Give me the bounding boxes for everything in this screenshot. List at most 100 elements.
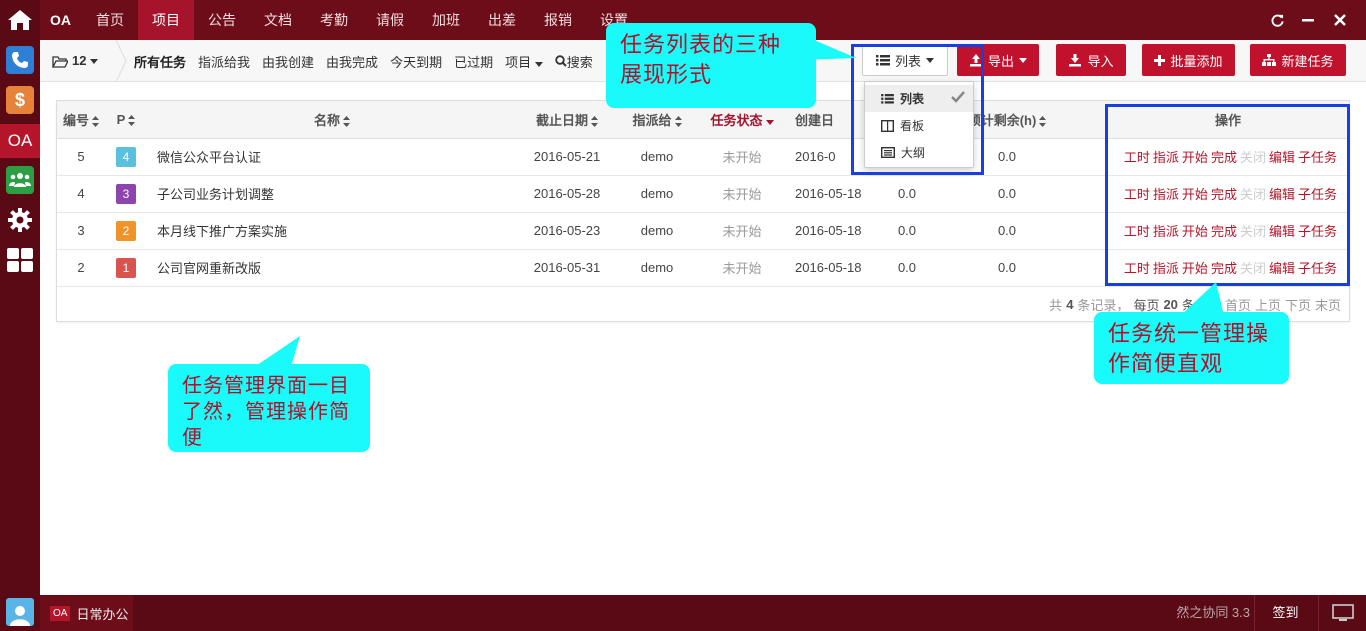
sort-icon xyxy=(1039,115,1047,127)
sort-icon xyxy=(674,115,682,127)
filter-finished-by-me[interactable]: 由我完成 xyxy=(320,52,384,71)
brand-logo[interactable]: OA xyxy=(50,0,71,40)
callout-view-modes: 任务列表的三种展现形式 xyxy=(606,23,816,108)
team-app-icon[interactable] xyxy=(6,166,34,194)
filter-created-by-me[interactable]: 由我创建 xyxy=(256,52,320,71)
folder-open-icon xyxy=(52,55,68,68)
refresh-icon[interactable] xyxy=(1262,0,1292,40)
taskbar-oa-badge: OA xyxy=(50,605,71,621)
phone-app-icon[interactable] xyxy=(6,46,34,74)
cell-assignee: demo xyxy=(617,212,697,250)
cell-left: 0.0 xyxy=(937,249,1077,287)
cell-name[interactable]: 本月线下推广方案实施 xyxy=(147,212,517,250)
new-task-button[interactable]: 新建任务 xyxy=(1250,44,1346,76)
batch-add-button[interactable]: 批量添加 xyxy=(1142,44,1235,76)
col-header-status-label: 任务状态 xyxy=(710,112,763,128)
apps-grid-icon[interactable] xyxy=(6,246,34,274)
project-count: 12 xyxy=(72,53,87,68)
chevron-down-icon xyxy=(534,61,543,67)
col-header-due[interactable]: 截止日期 xyxy=(517,101,617,139)
minimize-icon[interactable] xyxy=(1293,0,1323,40)
nav-item-announcement[interactable]: 公告 xyxy=(194,0,250,40)
pager-total: 4 xyxy=(1066,296,1074,312)
view-mode-highlight xyxy=(851,44,984,175)
import-label: 导入 xyxy=(1087,53,1114,69)
filter-all-tasks[interactable]: 所有任务 xyxy=(128,52,192,71)
filter-project-dropdown[interactable]: 项目 xyxy=(499,52,549,71)
nav-item-overtime[interactable]: 加班 xyxy=(418,0,474,40)
pager-per-page-prefix: 每页 xyxy=(1133,297,1160,313)
nav-item-document[interactable]: 文档 xyxy=(250,0,306,40)
sort-icon xyxy=(591,115,598,127)
filter-due-today[interactable]: 今天到期 xyxy=(384,52,448,71)
cell-status: 未开始 xyxy=(697,212,787,250)
oa-app-icon[interactable]: OA xyxy=(0,124,40,158)
search-icon xyxy=(555,54,567,67)
col-header-name-label: 名称 xyxy=(313,112,340,128)
nav-item-home[interactable]: 首页 xyxy=(82,0,138,40)
col-header-due-label: 截止日期 xyxy=(535,112,588,128)
cell-name[interactable]: 子公司业务计划调整 xyxy=(147,175,517,213)
download-icon xyxy=(1069,53,1082,66)
pager-total-prefix: 共 xyxy=(1049,297,1063,313)
cell-id: 3 xyxy=(57,212,105,250)
col-header-name[interactable]: 名称 xyxy=(147,101,517,139)
nav-item-project[interactable]: 项目 xyxy=(138,0,194,40)
cell-due: 2016-05-23 xyxy=(517,212,617,250)
main-nav: 首页 项目 公告 文档 考勤 请假 加班 出差 报销 设置 xyxy=(82,0,642,40)
nav-item-expense[interactable]: 报销 xyxy=(530,0,586,40)
bottom-taskbar: OA 日常办公 然之协同 3.3 签到 xyxy=(40,595,1366,631)
nav-item-trip[interactable]: 出差 xyxy=(474,0,530,40)
pager-total-suffix: 条记录， xyxy=(1077,297,1130,313)
dollar-app-icon[interactable]: $ xyxy=(6,86,34,114)
cell-name[interactable]: 微信公众平台认证 xyxy=(147,138,517,176)
settings-app-icon[interactable] xyxy=(6,206,34,234)
cell-consumed: 0.0 xyxy=(877,249,937,287)
cell-consumed: 0.0 xyxy=(877,212,937,250)
filter-overdue[interactable]: 已过期 xyxy=(448,52,499,71)
app-version: 然之协同 3.3 xyxy=(1176,605,1250,620)
user-avatar-icon[interactable] xyxy=(6,598,34,626)
import-button[interactable]: 导入 xyxy=(1056,44,1126,76)
plus-icon xyxy=(1154,54,1166,66)
checkin-button[interactable]: 签到 xyxy=(1254,595,1316,631)
home-icon[interactable] xyxy=(0,0,40,40)
cell-assignee: demo xyxy=(617,249,697,287)
cell-assignee: demo xyxy=(617,175,697,213)
pager-next[interactable]: 下页 xyxy=(1285,295,1311,314)
desktop-icon[interactable] xyxy=(1318,595,1366,631)
priority-badge: 1 xyxy=(116,257,136,278)
chevron-down-icon xyxy=(1019,57,1027,63)
pager-prev[interactable]: 上页 xyxy=(1255,295,1281,314)
cell-priority: 1 xyxy=(105,249,147,287)
cell-priority: 3 xyxy=(105,175,147,213)
close-icon[interactable] xyxy=(1325,0,1355,40)
cell-name[interactable]: 公司官网重新改版 xyxy=(147,249,517,287)
col-header-created-label: 创建日 xyxy=(795,112,835,128)
cell-id: 5 xyxy=(57,138,105,176)
nav-item-leave[interactable]: 请假 xyxy=(362,0,418,40)
sort-desc-icon xyxy=(765,119,774,125)
priority-badge: 4 xyxy=(116,146,136,167)
col-header-priority[interactable]: P xyxy=(105,101,147,139)
nav-item-attendance[interactable]: 考勤 xyxy=(306,0,362,40)
filter-project-label: 项目 xyxy=(505,54,532,70)
cell-assignee: demo xyxy=(617,138,697,176)
sitemap-icon xyxy=(1262,54,1277,66)
cell-id: 4 xyxy=(57,175,105,213)
breadcrumb-divider xyxy=(115,40,127,82)
col-header-assignee-label: 指派给 xyxy=(632,112,672,128)
search-button[interactable]: 搜索 xyxy=(549,52,599,71)
taskbar-item-daily-office[interactable]: OA 日常办公 xyxy=(40,595,133,631)
priority-badge: 2 xyxy=(116,220,136,241)
col-header-id[interactable]: 编号 xyxy=(57,101,105,139)
filter-assigned-to-me[interactable]: 指派给我 xyxy=(192,52,256,71)
pager-last[interactable]: 末页 xyxy=(1315,295,1341,314)
app-rail: $ OA xyxy=(0,0,40,631)
cell-due: 2016-05-21 xyxy=(517,138,617,176)
taskbar-item-label: 日常办公 xyxy=(76,606,129,622)
callout-unified-ops: 任务统一管理操作简便直观 xyxy=(1094,312,1289,384)
cell-due: 2016-05-28 xyxy=(517,175,617,213)
cell-status: 未开始 xyxy=(697,249,787,287)
project-selector[interactable]: 12 xyxy=(52,40,99,82)
